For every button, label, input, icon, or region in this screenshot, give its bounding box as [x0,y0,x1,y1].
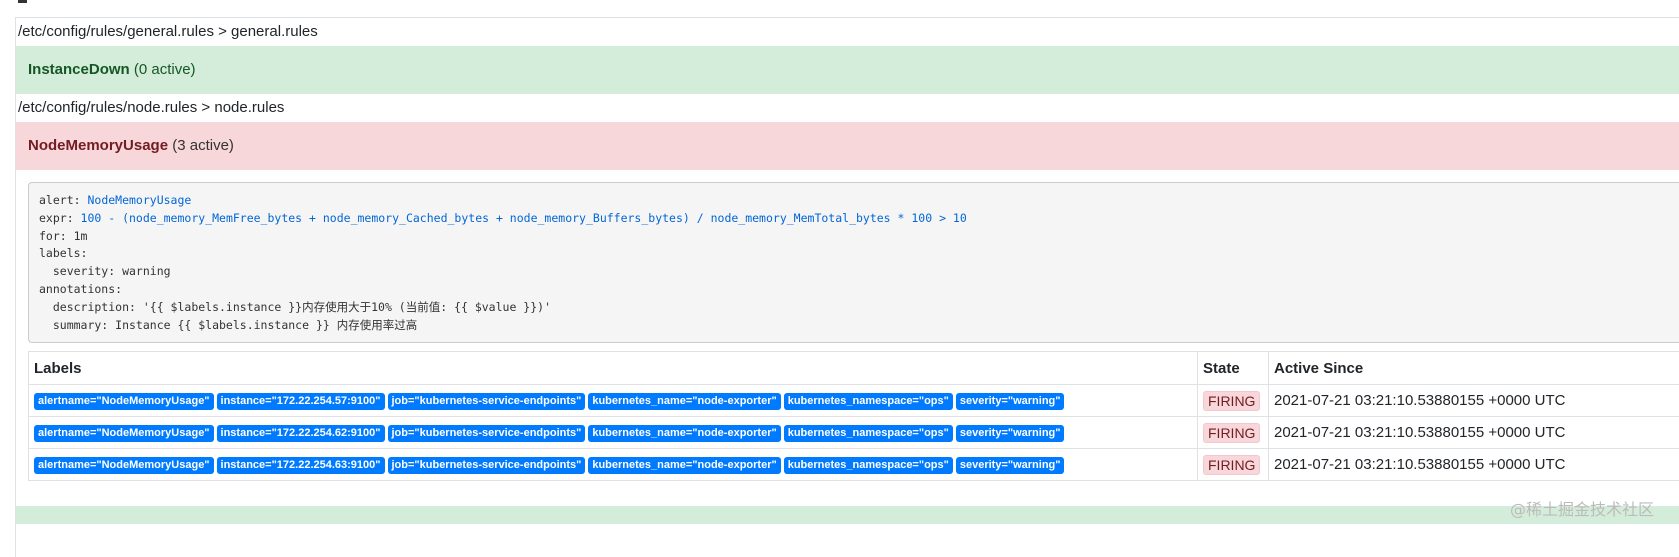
state-cell: FIRING [1198,449,1269,481]
label-badge: alertname="NodeMemoryUsage" [34,393,214,410]
label-badge: kubernetes_name="node-exporter" [588,393,780,410]
active-since-cell: 2021-07-21 03:21:10.53880155 +0000 UTC [1269,385,1679,417]
rule-header-instancedown[interactable]: InstanceDown (0 active) [16,46,1679,94]
state-cell: FIRING [1198,417,1269,449]
alerts-table: Labels State Active Since alertname="Nod… [28,351,1679,481]
rule-file-path-node: /etc/config/rules/node.rules > node.rule… [16,94,1679,122]
top-edge-mark [18,0,27,3]
code-line-for: for: 1m [39,228,1670,246]
labels-cell: alertname="NodeMemoryUsage"instance="172… [29,449,1198,481]
label-badge: kubernetes_namespace="ops" [784,425,953,442]
rule-definition-code: alert: NodeMemoryUsage expr: 100 - (node… [28,182,1679,343]
label-badge: instance="172.22.254.57:9100" [217,393,385,410]
label-badge: instance="172.22.254.62:9100" [217,425,385,442]
column-header-active-since: Active Since [1269,352,1679,385]
table-row: alertname="NodeMemoryUsage"instance="172… [29,417,1679,449]
column-header-labels: Labels [29,352,1198,385]
alerts-panel: /etc/config/rules/general.rules > genera… [15,17,1679,557]
label-badge: job="kubernetes-service-endpoints" [388,425,586,442]
label-badge: kubernetes_namespace="ops" [784,393,953,410]
rule-name: NodeMemoryUsage [28,137,168,154]
column-header-state: State [1198,352,1269,385]
label-badge: job="kubernetes-service-endpoints" [388,457,586,474]
label-badge: alertname="NodeMemoryUsage" [34,425,214,442]
table-row: alertname="NodeMemoryUsage"instance="172… [29,449,1679,481]
state-badge: FIRING [1203,391,1260,411]
active-since-cell: 2021-07-21 03:21:10.53880155 +0000 UTC [1269,449,1679,481]
rule-active-count: (0 active) [134,61,196,78]
code-line-alert: alert: NodeMemoryUsage [39,192,1670,210]
labels-cell: alertname="NodeMemoryUsage"instance="172… [29,385,1198,417]
watermark: @稀土掘金技术社区 [1510,496,1654,520]
rule-file-path-general: /etc/config/rules/general.rules > genera… [16,18,1679,46]
state-badge: FIRING [1203,423,1260,443]
label-badge: job="kubernetes-service-endpoints" [388,393,586,410]
label-badge: severity="warning" [956,457,1065,474]
label-badge: severity="warning" [956,425,1065,442]
state-cell: FIRING [1198,385,1269,417]
code-line-annotations: annotations: [39,281,1670,299]
label-badge: alertname="NodeMemoryUsage" [34,457,214,474]
active-since-cell: 2021-07-21 03:21:10.53880155 +0000 UTC [1269,417,1679,449]
label-badge: kubernetes_name="node-exporter" [588,457,780,474]
rule-active-count: (3 active) [172,137,234,154]
next-rule-header-edge [16,506,1679,524]
table-header-row: Labels State Active Since [29,352,1679,385]
state-badge: FIRING [1203,455,1260,475]
labels-cell: alertname="NodeMemoryUsage"instance="172… [29,417,1198,449]
label-badge: severity="warning" [956,393,1065,410]
label-badge: kubernetes_namespace="ops" [784,457,953,474]
code-line-summary: summary: Instance {{ $labels.instance }}… [39,317,1670,335]
label-badge: instance="172.22.254.63:9100" [217,457,385,474]
rule-name: InstanceDown [28,61,130,78]
label-badge: kubernetes_name="node-exporter" [588,425,780,442]
code-line-expr: expr: 100 - (node_memory_MemFree_bytes +… [39,210,1670,228]
next-rule-group[interactable] [16,506,1679,557]
table-row: alertname="NodeMemoryUsage"instance="172… [29,385,1679,417]
code-line-description: description: '{{ $labels.instance }}内存使用… [39,299,1670,317]
code-line-severity: severity: warning [39,263,1670,281]
code-line-labels: labels: [39,245,1670,263]
rule-header-nodememoryusage[interactable]: NodeMemoryUsage (3 active) [16,122,1679,170]
